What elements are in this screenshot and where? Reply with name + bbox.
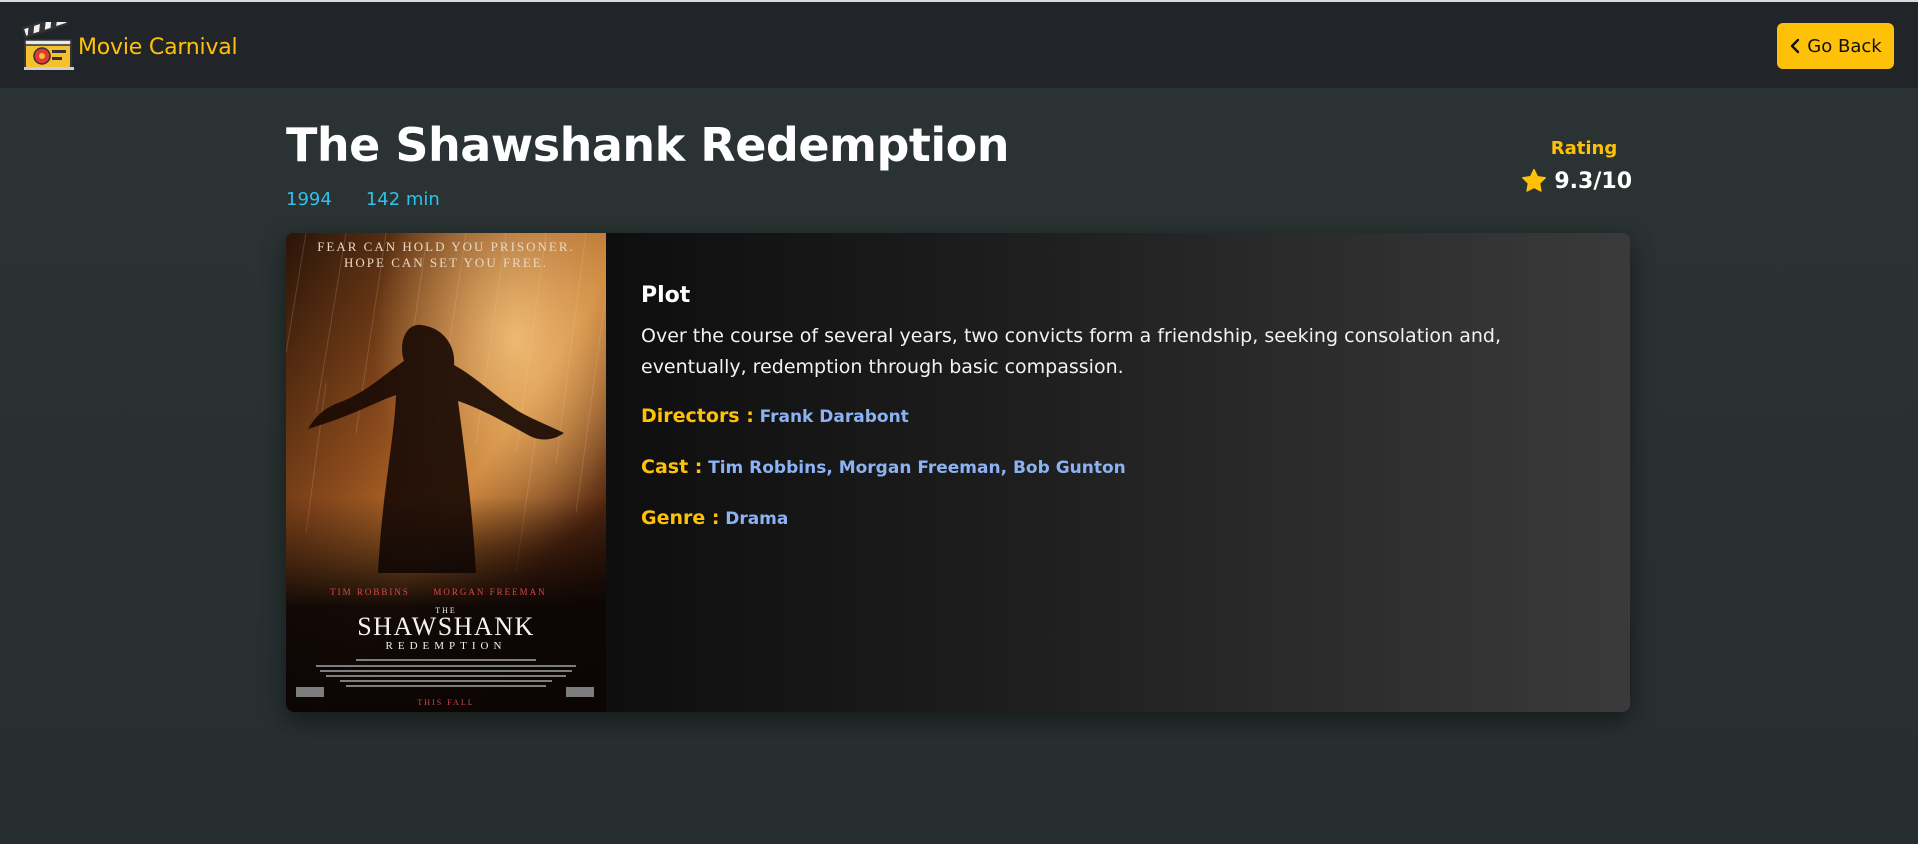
cast-label: Cast : — [641, 456, 703, 478]
poster-title-sub: REDEMPTION — [386, 640, 507, 652]
plot-text: Over the course of several years, two co… — [641, 325, 1501, 378]
movie-detail-card: FEAR CAN HOLD YOU PRISONER. HOPE CAN SET… — [286, 233, 1630, 712]
genre-value: Drama — [725, 509, 789, 529]
genre-label: Genre : — [641, 507, 720, 529]
cast-row: Cast : Tim Robbins, Morgan Freeman, Bob … — [641, 456, 1126, 478]
poster-actor-2: MORGAN FREEMAN — [433, 587, 546, 597]
navbar: Movie Carnival Go Back — [0, 2, 1918, 88]
directors-label: Directors : — [641, 405, 754, 427]
directors-value: Frank Darabont — [759, 407, 909, 427]
clapperboard-icon — [22, 22, 74, 70]
rating-block: Rating 9.3/10 — [1520, 138, 1632, 195]
rating-value: 9.3/10 — [1554, 168, 1632, 194]
rating-label: Rating — [1550, 138, 1618, 159]
poster-title-main: SHAWSHANK — [357, 612, 535, 641]
runtime: 142 min — [365, 189, 440, 210]
go-back-button[interactable]: Go Back — [1777, 23, 1894, 69]
release-year: 1994 — [286, 189, 332, 210]
cast-value: Tim Robbins, Morgan Freeman, Bob Gunton — [708, 458, 1126, 478]
brand-link[interactable]: Movie Carnival — [22, 22, 238, 72]
brand-name: Movie Carnival — [78, 34, 238, 60]
movie-title: The Shawshank Redemption — [286, 118, 1010, 172]
poster-actor-1: TIM ROBBINS — [330, 587, 410, 597]
rating-row: 9.3/10 — [1520, 167, 1632, 195]
chevron-left-icon — [1791, 38, 1800, 54]
go-back-label: Go Back — [1807, 35, 1882, 57]
movie-meta: 1994 142 min — [286, 189, 440, 210]
movie-poster: FEAR CAN HOLD YOU PRISONER. HOPE CAN SET… — [286, 233, 606, 712]
directors-row: Directors : Frank Darabont — [641, 405, 909, 427]
genre-row: Genre : Drama — [641, 507, 788, 529]
poster-release: THIS FALL — [417, 698, 474, 707]
star-icon — [1522, 168, 1547, 192]
poster-tagline-2: HOPE CAN SET YOU FREE. — [344, 255, 548, 270]
plot-heading: Plot — [641, 283, 691, 308]
poster-tagline-1: FEAR CAN HOLD YOU PRISONER. — [317, 239, 575, 254]
